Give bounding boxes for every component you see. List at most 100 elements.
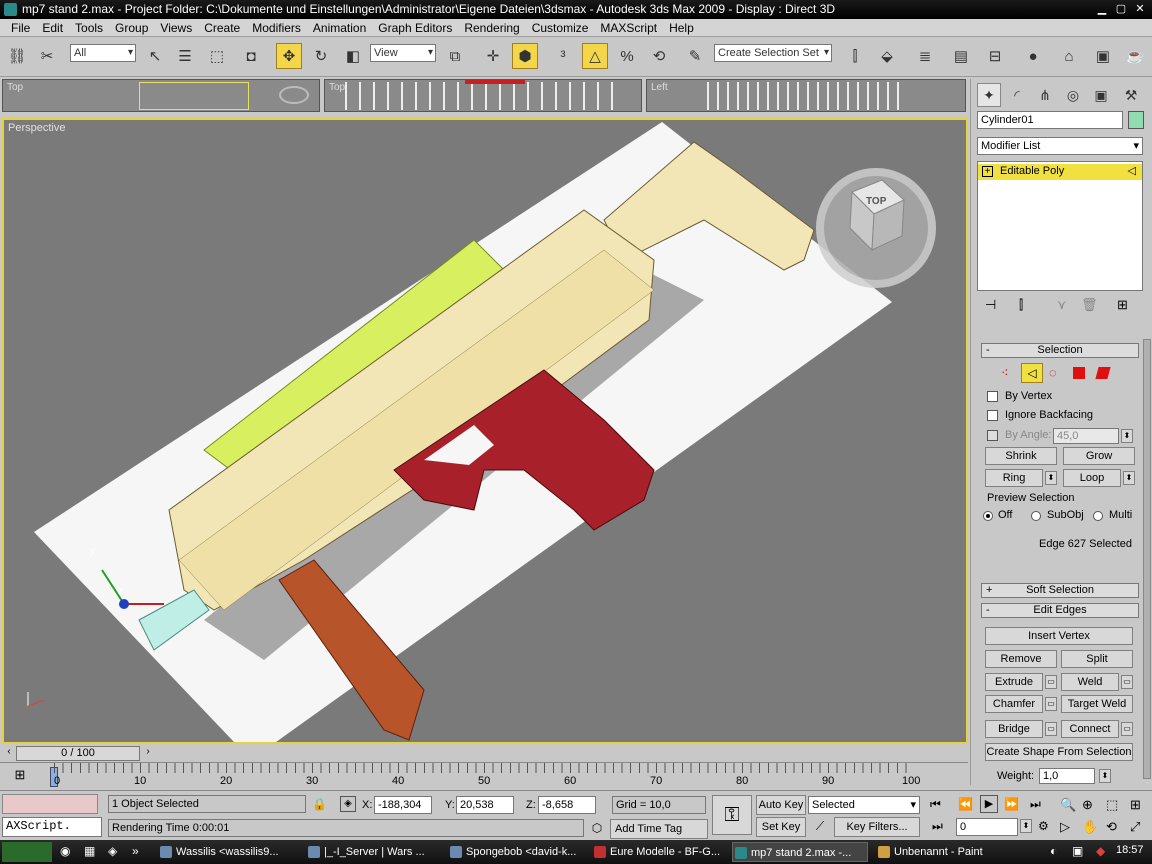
viewport-top[interactable]: Top	[2, 79, 320, 112]
modifier-list-dropdown[interactable]: Modifier List ▾	[977, 137, 1143, 155]
by-angle-spinner[interactable]: ⬍	[1121, 429, 1133, 443]
rendered-frame-icon[interactable]: ▣	[1090, 43, 1116, 69]
loop-button[interactable]: Loop	[1063, 469, 1121, 487]
viewport-top-navigation-icon[interactable]	[279, 86, 309, 104]
loop-spinner[interactable]: ⬍	[1123, 471, 1135, 485]
modify-tab-icon[interactable]: ◜	[1005, 83, 1029, 107]
go-to-start-icon[interactable]: ⏮	[930, 797, 941, 812]
z-coord-input[interactable]: -8,658	[538, 796, 596, 814]
extrude-button[interactable]: Extrude	[985, 673, 1043, 691]
curve-editor-icon[interactable]: ▤	[948, 43, 974, 69]
viewport-perspective[interactable]: Perspective y z TOP	[2, 118, 968, 744]
extrude-settings-button[interactable]: ▭	[1045, 675, 1057, 689]
utilities-tab-icon[interactable]: ⚒	[1119, 83, 1143, 107]
quick-launch-expand-icon[interactable]: »	[132, 844, 139, 858]
zoom-extents-all-icon[interactable]: ⊞	[1130, 797, 1141, 813]
hierarchy-tab-icon[interactable]: ⋔	[1033, 83, 1057, 107]
orbit-icon[interactable]: ⟲	[1106, 819, 1117, 835]
tray-icon[interactable]: ◆	[1096, 844, 1105, 858]
track-bar[interactable]: ⊞ 0 10 20 30 40 50 60 70 80 90 100	[0, 762, 968, 790]
chamfer-settings-button[interactable]: ▭	[1045, 697, 1057, 711]
by-vertex-checkbox[interactable]	[987, 391, 998, 402]
weight-input[interactable]: 1,0	[1039, 768, 1095, 784]
absolute-mode-icon[interactable]: ◈	[340, 796, 356, 812]
ignore-backfacing-checkbox[interactable]	[987, 410, 998, 421]
menu-help[interactable]: Help	[664, 21, 699, 35]
viewport-left[interactable]: Left	[646, 79, 966, 112]
go-to-end-icon[interactable]: ⏭	[1030, 797, 1041, 812]
shrink-button[interactable]: Shrink	[985, 447, 1057, 465]
mirror-icon[interactable]: ⫿	[842, 43, 868, 69]
edit-named-selection-icon[interactable]: ✎	[682, 43, 708, 69]
menu-edit[interactable]: Edit	[37, 21, 68, 35]
command-panel-scrollbar[interactable]	[1143, 339, 1151, 779]
reference-coordinate-dropdown[interactable]: View	[370, 44, 436, 62]
border-mode-icon[interactable]: ◌	[1049, 365, 1057, 380]
time-slider-thumb[interactable]: 0 / 100	[16, 746, 140, 761]
weld-button[interactable]: Weld	[1061, 673, 1119, 691]
select-link-icon[interactable]: ⛓	[4, 43, 30, 69]
viewcube[interactable]	[816, 168, 936, 288]
maximize-icon[interactable]: ▢	[1113, 2, 1129, 16]
soft-selection-rollout-header[interactable]: + Soft Selection	[981, 583, 1139, 598]
ring-spinner[interactable]: ⬍	[1045, 471, 1057, 485]
maximize-viewport-icon[interactable]: ⤢	[1130, 819, 1140, 835]
align-icon[interactable]: ⬙	[874, 43, 900, 69]
gizmo-z-axis[interactable]	[119, 599, 129, 609]
time-slider-next-icon[interactable]: ›	[142, 746, 154, 760]
selection-filter-dropdown[interactable]: All	[70, 44, 136, 62]
maxscript-listener-pink[interactable]	[2, 794, 98, 814]
maxscript-mini-listener[interactable]: AXScript.	[2, 817, 102, 837]
preview-subobj-radio[interactable]	[1031, 511, 1041, 521]
play-icon[interactable]: ▶	[980, 795, 998, 813]
add-time-tag-button[interactable]: Add Time Tag	[610, 819, 708, 839]
start-button[interactable]	[2, 842, 52, 862]
current-frame-input[interactable]: 0	[956, 818, 1018, 836]
weight-spinner[interactable]: ⬍	[1099, 769, 1111, 783]
grow-button[interactable]: Grow	[1063, 447, 1135, 465]
weld-settings-button[interactable]: ▭	[1121, 675, 1133, 689]
time-tag-icon[interactable]: ⬡	[588, 821, 606, 837]
menu-customize[interactable]: Customize	[527, 21, 594, 35]
open-mini-curve-editor-icon[interactable]: ⊞	[10, 767, 30, 785]
select-object-icon[interactable]: ↖	[142, 43, 168, 69]
quick-launch-app-icon[interactable]: ▦	[84, 844, 95, 858]
by-angle-input[interactable]: 45,0	[1053, 428, 1119, 444]
pivot-center-icon[interactable]: ⧉	[442, 43, 468, 69]
target-weld-button[interactable]: Target Weld	[1061, 695, 1133, 713]
pin-stack-icon[interactable]: ⊣	[985, 297, 996, 313]
quick-launch-media-icon[interactable]: ◈	[108, 844, 117, 858]
by-angle-checkbox[interactable]	[987, 430, 998, 441]
window-crossing-icon[interactable]: ◘	[238, 43, 264, 69]
stack-item-editable-poly[interactable]: + Editable Poly ◁	[978, 164, 1142, 180]
motion-tab-icon[interactable]: ◎	[1061, 83, 1085, 107]
material-editor-icon[interactable]: ●	[1020, 43, 1046, 69]
close-icon[interactable]: ✕	[1132, 2, 1148, 16]
display-tab-icon[interactable]: ▣	[1089, 83, 1113, 107]
schematic-view-icon[interactable]: ⊟	[982, 43, 1008, 69]
ring-button[interactable]: Ring	[985, 469, 1043, 487]
time-slider[interactable]: ‹ 0 / 100 ›	[0, 746, 968, 762]
insert-vertex-button[interactable]: Insert Vertex	[985, 627, 1133, 645]
taskbar-item[interactable]: Spongebob <david-k...	[448, 842, 588, 862]
named-selection-dropdown[interactable]: Create Selection Set	[714, 44, 832, 62]
object-name-field[interactable]: Cylinder01	[977, 111, 1123, 129]
current-frame-spinner[interactable]: ⬍	[1020, 819, 1032, 833]
quick-launch-browser-icon[interactable]: ◉	[60, 844, 70, 858]
menu-animation[interactable]: Animation	[308, 21, 371, 35]
configure-modifier-sets-icon[interactable]: ⊞	[1117, 297, 1128, 313]
taskbar-item[interactable]: Eure Modelle - BF-G...	[592, 842, 728, 862]
remove-modifier-icon[interactable]: 🗑	[1081, 297, 1098, 313]
move-icon[interactable]: ✥	[276, 43, 302, 69]
connect-settings-button[interactable]: ▭	[1121, 722, 1133, 736]
keyboard-shortcut-override-icon[interactable]: ⬢	[512, 43, 538, 69]
object-color-swatch[interactable]	[1128, 111, 1144, 129]
manipulate-icon[interactable]: ✛	[480, 43, 506, 69]
auto-key-button[interactable]: Auto Key	[756, 795, 806, 815]
expand-icon[interactable]: +	[982, 166, 993, 177]
menu-tools[interactable]: Tools	[70, 21, 108, 35]
split-button[interactable]: Split	[1061, 650, 1133, 668]
percent-snap-icon[interactable]: %	[614, 43, 640, 69]
chamfer-button[interactable]: Chamfer	[985, 695, 1043, 713]
show-end-result-icon[interactable]: ⫿	[1019, 297, 1023, 313]
